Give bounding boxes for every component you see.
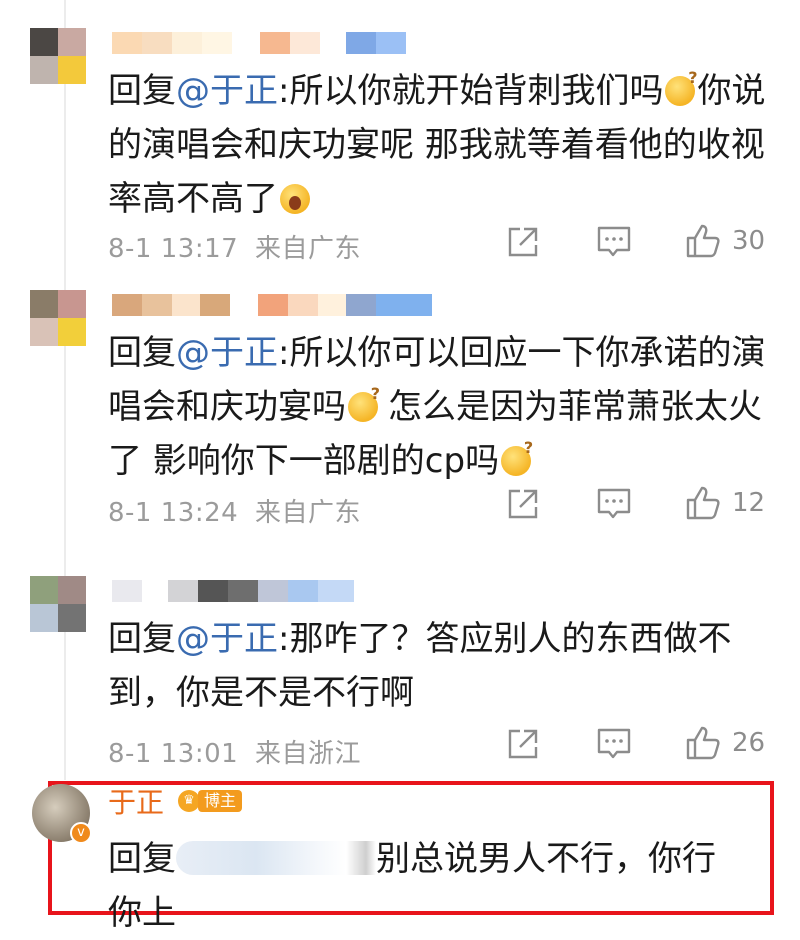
share-icon [508,729,538,759]
username-blurred[interactable] [112,32,406,54]
like-count: 26 [732,728,766,758]
comment-icon [597,488,631,519]
username-blurred[interactable] [112,580,354,602]
like-button[interactable]: 30 [684,222,765,260]
timestamp: 8-1 13:01 [108,739,239,769]
colon: : [278,333,290,373]
author-reply-text: 回复 别总说男人不行，你行你上 [108,832,748,940]
share-button[interactable] [506,727,540,761]
reply-prefix: 回复 [108,71,176,111]
yawn-emoji-icon [280,184,310,214]
comment-meta: 8-1 13:24 来自广东 [108,492,361,529]
like-button[interactable]: 12 [684,484,765,522]
timestamp: 8-1 13:24 [108,498,239,528]
reply-button[interactable] [596,727,632,761]
mention-link[interactable]: @于正 [176,71,278,111]
like-count: 30 [732,226,766,256]
thinking-emoji-icon [665,70,697,106]
avatar[interactable] [30,28,86,84]
like-icon [686,224,720,258]
comment-icon [597,728,631,759]
thinking-emoji-icon [501,440,533,476]
reply-button[interactable] [596,225,632,259]
share-button[interactable] [506,225,540,259]
like-button[interactable]: 26 [684,724,765,762]
crown-icon: ♛ [178,790,200,812]
like-count: 12 [732,488,766,518]
blogger-tag: 博主 [198,790,243,812]
share-icon [508,489,538,519]
avatar[interactable] [30,290,86,346]
comment-meta: 8-1 13:01 来自浙江 [108,733,361,770]
comment-text: 回复@于正:所以你就开始背刺我们吗你说的演唱会和庆功宴呢 那我就等着看他的收视率… [108,64,768,226]
colon: : [278,619,290,659]
comment-meta: 8-1 13:17 来自广东 [108,228,361,265]
reply-prefix: 回复 [108,333,176,373]
share-icon [508,227,538,257]
share-button[interactable] [506,487,540,521]
location: 来自广东 [254,234,361,264]
reply-prefix: 回复 [108,619,176,659]
location: 来自广东 [254,498,361,528]
username-blurred[interactable] [112,294,432,316]
timestamp: 8-1 13:17 [108,234,239,264]
reply-prefix: 回复 [108,839,176,879]
reply-button[interactable] [596,487,632,521]
comment-text-part: 所以你就开始背刺我们吗 [289,71,664,111]
comment-text: 回复@于正:那咋了？答应别人的东西做不到，你是不是不行啊 [108,612,768,720]
colon: : [278,71,290,111]
thread-line [64,0,66,780]
thinking-emoji-icon [348,386,380,422]
comment-text: 回复@于正:所以你可以回应一下你承诺的演唱会和庆功宴吗怎么是因为菲常萧张太火了 … [108,326,768,488]
mention-link[interactable]: @于正 [176,619,278,659]
avatar[interactable] [30,576,86,632]
location: 来自浙江 [254,739,361,769]
like-icon [686,726,720,760]
verified-badge-icon: v [70,822,92,844]
mention-blurred[interactable] [176,841,376,875]
mention-link[interactable]: @于正 [176,333,278,373]
like-icon [686,486,720,520]
author-name[interactable]: 于正 [108,786,164,820]
comment-icon [597,226,631,257]
blogger-badge: ♛ 博主 [178,790,243,812]
